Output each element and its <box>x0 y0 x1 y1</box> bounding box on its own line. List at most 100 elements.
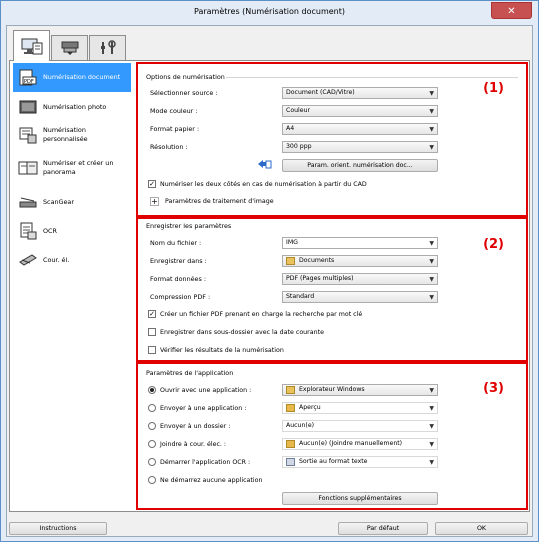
custom-scan-icon <box>13 124 43 146</box>
svg-text:PDF: PDF <box>24 79 34 85</box>
orientation-settings-button[interactable]: Param. orient. numérisation doc... <box>282 159 438 172</box>
open-with-app-select[interactable]: Explorateur Windows ▼ <box>282 384 438 396</box>
photo-scan-icon <box>13 96 43 118</box>
resolution-label: Résolution : <box>150 143 188 151</box>
verify-results-checkbox[interactable]: Vérifier les résultats de la numérisatio… <box>148 346 284 354</box>
start-ocr-select[interactable]: Sortie au format texte ▼ <box>282 456 438 468</box>
tab-scan-from-panel[interactable] <box>51 35 88 60</box>
chevron-down-icon: ▼ <box>429 126 434 133</box>
more-functions-button[interactable]: Fonctions supplémentaires <box>282 492 438 505</box>
chevron-down-icon: ▼ <box>429 276 434 283</box>
duplex-label: Numériser les deux côtés en cas de numér… <box>160 180 367 188</box>
radio-open-with-app[interactable]: Ouvrir avec une application : <box>148 386 251 394</box>
attach-email-select[interactable]: Aucun(e) (Joindre manuellement) ▼ <box>282 438 438 450</box>
window-title: Paramètres (Numérisation document) <box>194 7 345 16</box>
ok-button[interactable]: OK <box>435 522 528 535</box>
color-mode-value: Couleur <box>286 107 311 114</box>
sidebar-item-custom-scan[interactable]: Numérisation personnalisée <box>13 122 131 148</box>
send-to-app-value: Aperçu <box>299 404 321 411</box>
send-to-folder-label: Envoyer à un dossier : <box>160 422 231 430</box>
start-ocr-label: Démarrer l'application OCR : <box>160 458 251 466</box>
radio-no-app[interactable]: Ne démarrez aucune application <box>148 476 262 484</box>
pdf-compression-select[interactable]: Standard ▼ <box>282 291 438 303</box>
radio-unselected <box>148 422 156 430</box>
subfolder-label: Enregistrer dans sous-dossier avec la da… <box>160 328 324 336</box>
save-settings-title: Enregistrer les paramètres <box>146 222 232 230</box>
paper-size-label: Format papier : <box>150 125 200 133</box>
scan-from-computer-icon <box>21 38 42 55</box>
source-value: Document (CAD/Vitre) <box>286 89 355 96</box>
send-to-folder-value: Aucun(e) <box>286 422 315 429</box>
chevron-down-icon: ▼ <box>429 294 434 301</box>
radio-unselected <box>148 440 156 448</box>
explorer-folder-icon <box>286 386 295 394</box>
settings-window: Paramètres (Numérisation document) ✕ PDF… <box>0 0 539 542</box>
attach-email-label: Joindre à cour. élec. : <box>160 440 227 448</box>
duplex-checkbox[interactable]: ✓ Numériser les deux côtés en cas de numé… <box>148 180 367 188</box>
sidebar-item-photo-scan[interactable]: Numérisation photo <box>13 95 131 119</box>
subfolder-checkbox[interactable]: Enregistrer dans sous-dossier avec la da… <box>148 328 324 336</box>
folder-icon <box>286 257 295 265</box>
text-output-icon <box>286 458 295 466</box>
scan-from-operation-panel-icon <box>61 41 78 55</box>
radio-send-to-folder[interactable]: Envoyer à un dossier : <box>148 422 230 430</box>
scan-options-title: Options de numérisation <box>146 73 225 81</box>
chevron-down-icon: ▼ <box>429 90 434 97</box>
resolution-select[interactable]: 300 ppp ▼ <box>282 141 438 153</box>
source-select[interactable]: Document (CAD/Vitre) ▼ <box>282 87 438 99</box>
email-client-icon <box>286 440 295 448</box>
close-button[interactable]: ✕ <box>491 2 532 19</box>
data-format-label: Format données : <box>150 275 206 283</box>
start-ocr-value: Sortie au format texte <box>299 458 368 465</box>
sidebar-item-email[interactable]: Cour. él. <box>13 247 131 273</box>
dialog-body: PDF Numérisation document Numérisation p… <box>6 25 533 537</box>
checkbox-unchecked <box>148 328 156 336</box>
filename-input[interactable]: IMG ▼ <box>282 237 438 249</box>
filename-label: Nom du fichier : <box>150 239 202 247</box>
sidebar-item-document-scan[interactable]: PDF Numérisation document <box>13 63 131 92</box>
section-number-3: (3) <box>483 381 504 396</box>
send-to-app-select[interactable]: Aperçu ▼ <box>282 402 438 414</box>
radio-unselected <box>148 476 156 484</box>
attach-email-value: Aucun(e) (Joindre manuellement) <box>299 440 403 447</box>
radio-attach-email[interactable]: Joindre à cour. élec. : <box>148 440 226 448</box>
radio-unselected <box>148 458 156 466</box>
instructions-button[interactable]: Instructions <box>9 522 107 535</box>
sidebar-item-panorama[interactable]: Numériser et créer un panorama <box>13 151 131 185</box>
source-label: Sélectionner source : <box>150 89 218 97</box>
data-format-select[interactable]: PDF (Pages multiples) ▼ <box>282 273 438 285</box>
sidebar-item-label: Numériser et créer un panorama <box>43 159 114 176</box>
color-mode-select[interactable]: Couleur ▼ <box>282 105 438 117</box>
sidebar: PDF Numérisation document Numérisation p… <box>10 61 132 511</box>
sidebar-item-scangear[interactable]: ScanGear <box>13 189 131 215</box>
radio-start-ocr[interactable]: Démarrer l'application OCR : <box>148 458 250 466</box>
defaults-button[interactable]: Par défaut <box>338 522 428 535</box>
send-to-folder-select[interactable]: Aucun(e) ▼ <box>282 420 438 432</box>
resolution-value: 300 ppp <box>286 143 312 150</box>
image-processing-label: Paramètres de traitement d'image <box>165 198 274 205</box>
plus-icon: + <box>150 197 159 206</box>
searchable-pdf-checkbox[interactable]: ✓ Créer un fichier PDF prenant en charge … <box>148 310 362 318</box>
scan-options-group: Options de numérisation (1) Sélectionner… <box>136 62 528 217</box>
app-settings-title: Paramètres de l'application <box>146 369 234 377</box>
send-to-app-label: Envoyer à une application : <box>160 404 247 412</box>
sidebar-item-ocr[interactable]: OCR <box>13 218 131 244</box>
pdf-compression-value: Standard <box>286 293 315 300</box>
tab-scan-from-computer[interactable] <box>13 30 50 61</box>
document-scan-icon: PDF <box>13 67 43 89</box>
chevron-down-icon: ▼ <box>429 423 434 430</box>
preview-icon <box>286 404 295 412</box>
general-settings-icon <box>100 40 116 54</box>
chevron-down-icon: ▼ <box>429 108 434 115</box>
scangear-icon <box>13 191 43 213</box>
paper-size-select[interactable]: A4 ▼ <box>282 123 438 135</box>
save-in-select[interactable]: Documents ▼ <box>282 255 438 267</box>
group-divider <box>226 77 518 78</box>
image-processing-expander[interactable]: + Paramètres de traitement d'image <box>150 197 274 206</box>
tab-general-settings[interactable] <box>89 35 126 60</box>
save-in-value: Documents <box>299 257 335 264</box>
radio-send-to-app[interactable]: Envoyer à une application : <box>148 404 246 412</box>
panorama-scan-icon <box>13 157 43 179</box>
email-icon <box>13 249 43 271</box>
open-with-app-value: Explorateur Windows <box>299 386 365 393</box>
